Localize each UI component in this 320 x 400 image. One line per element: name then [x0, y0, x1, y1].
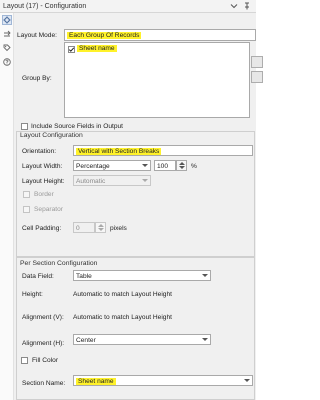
config-sidebar: [0, 13, 14, 400]
layout-width-select[interactable]: Percentage: [73, 160, 151, 171]
chevron-down-icon[interactable]: [229, 1, 239, 11]
layout-mode-value: Each Group Of Records: [67, 31, 142, 39]
chevron-down-icon: [142, 164, 148, 167]
cell-padding-unit: pixels: [110, 225, 127, 232]
tag-icon[interactable]: [2, 43, 12, 53]
layout-width-number-value: 100: [157, 162, 169, 170]
cell-padding-stepper[interactable]: [95, 222, 106, 233]
layout-width-unit: %: [191, 163, 197, 170]
chevron-down-icon: [202, 338, 208, 341]
layout-width-stepper[interactable]: [176, 160, 187, 171]
section-name-select[interactable]: Sheet name: [73, 375, 253, 386]
cell-padding-label: Cell Padding:: [22, 225, 62, 232]
configuration-panel: Layout Mode: Each Group Of Records Sheet…: [14, 13, 263, 400]
layout-height-label: Layout Height:: [22, 178, 65, 185]
window-title: Layout (17) - Configuration: [3, 2, 87, 10]
border-label: Border: [34, 191, 54, 198]
height-label: Height:: [22, 291, 43, 298]
alignment-h-value: Center: [76, 336, 96, 344]
chevron-down-icon: [244, 379, 250, 382]
fill-color-label: Fill Color: [32, 357, 59, 364]
alignment-h-select[interactable]: Center: [73, 334, 211, 345]
group-by-action-button-bottom[interactable]: [251, 71, 263, 83]
help-icon[interactable]: [2, 57, 12, 67]
cell-padding-value: 0: [76, 224, 80, 232]
group-by-list[interactable]: Sheet name: [64, 42, 250, 118]
orientation-label: Orientation:: [22, 148, 57, 155]
per-section-configuration-title: Per Section Configuration: [20, 260, 98, 267]
alignment-v-value: Automatic to match Layout Height: [73, 314, 172, 321]
layout-mode-label: Layout Mode:: [17, 32, 57, 39]
separator-checkbox[interactable]: [23, 206, 30, 213]
group-by-action-button-top[interactable]: [251, 56, 263, 68]
window-title-bar: Layout (17) - Configuration: [0, 0, 256, 13]
data-field-value: Table: [76, 272, 92, 280]
data-field-label: Data Field:: [22, 273, 54, 280]
alignment-v-label: Alignment (V):: [22, 314, 64, 321]
pin-icon[interactable]: [242, 1, 252, 11]
arrows-icon[interactable]: [2, 29, 12, 39]
include-source-fields-label: Include Source Fields in Output: [31, 123, 123, 130]
layout-configuration-title: Layout Configuration: [20, 132, 83, 139]
chevron-down-icon: [202, 274, 208, 277]
chevron-down-icon: [142, 179, 148, 182]
orientation-value: Vertical with Section Breaks: [76, 147, 162, 155]
height-value: Automatic to match Layout Height: [73, 291, 172, 298]
orientation-select[interactable]: Vertical with Section Breaks: [73, 145, 253, 156]
layout-width-value: Percentage: [76, 162, 110, 170]
layout-height-value: Automatic: [76, 177, 106, 185]
section-name-value: Sheet name: [76, 377, 116, 385]
layout-width-label: Layout Width:: [22, 163, 63, 170]
alignment-h-label: Alignment (H):: [22, 340, 65, 347]
separator-label: Separator: [34, 206, 63, 213]
group-by-sheet-name-checkbox[interactable]: [68, 46, 75, 53]
border-checkbox[interactable]: [23, 191, 30, 198]
group-by-sheet-name-label: Sheet name: [77, 45, 117, 52]
fill-color-checkbox[interactable]: [21, 357, 28, 364]
group-by-label: Group By:: [22, 75, 52, 82]
data-field-select[interactable]: Table: [73, 270, 211, 281]
gear-icon[interactable]: [2, 15, 12, 25]
cell-padding-input[interactable]: 0: [73, 222, 95, 233]
layout-mode-select[interactable]: Each Group Of Records: [64, 29, 256, 41]
include-source-fields-checkbox[interactable]: [21, 123, 28, 130]
section-name-label: Section Name:: [22, 380, 66, 387]
layout-width-number[interactable]: 100: [154, 160, 176, 171]
layout-height-select[interactable]: Automatic: [73, 175, 151, 186]
